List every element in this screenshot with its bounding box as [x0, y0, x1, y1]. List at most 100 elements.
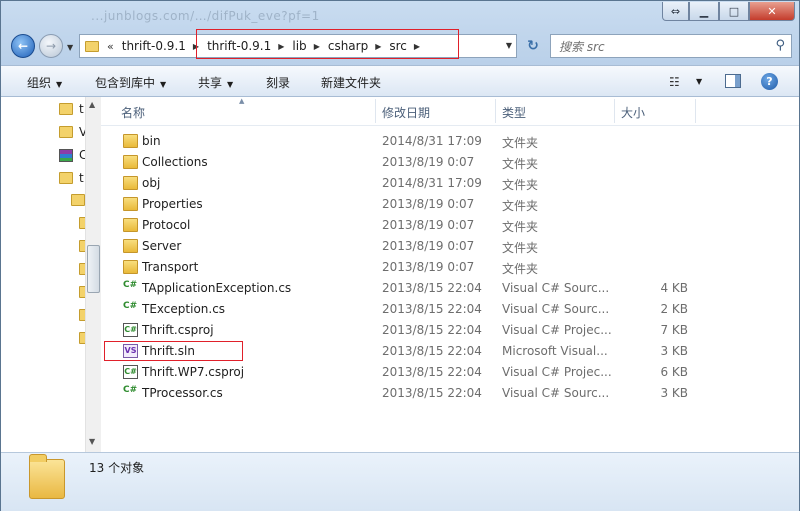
folder-icon — [123, 260, 138, 274]
file-row-thrift-wp7-csproj[interactable]: C# Thrift.WP7.csproj 2013/8/15 22:04 Vis… — [101, 362, 799, 383]
file-type: 文件夹 — [502, 262, 539, 276]
file-row-tapplicationexception[interactable]: C# TApplicationException.cs 2013/8/15 22… — [101, 278, 799, 299]
file-type: Microsoft Visual... — [502, 344, 608, 358]
search-input[interactable] — [557, 37, 761, 57]
address-bar[interactable]: « thrift-0.9.1 ▶ thrift-0.9.1 ▶ lib ▶ cs… — [79, 34, 517, 58]
breadcrumb-csharp[interactable]: csharp — [328, 39, 368, 53]
file-row-tprocessor[interactable]: C# TProcessor.cs 2013/8/15 22:04 Visual … — [101, 383, 799, 404]
ghost-title: ...junblogs.com/…/difPuk_eve?pf=1 — [91, 9, 320, 23]
file-type: 文件夹 — [502, 241, 539, 255]
file-date: 2013/8/15 22:04 — [382, 386, 482, 400]
scroll-down-arrow-icon[interactable]: ▼ — [89, 437, 95, 446]
close-icon: ✕ — [767, 4, 777, 18]
breadcrumb-thrift-root[interactable]: thrift-0.9.1 — [122, 39, 186, 53]
breadcrumb-src[interactable]: src — [389, 39, 407, 53]
file-size: 7 KB — [660, 323, 688, 337]
search-box[interactable]: ⚲ — [550, 34, 792, 58]
scrollbar-thumb[interactable] — [87, 245, 100, 293]
file-row-collections[interactable]: Collections 2013/8/19 0:07 文件夹 — [101, 152, 799, 173]
folder-icon — [123, 176, 138, 190]
breadcrumb-lib[interactable]: lib — [292, 39, 306, 53]
file-date: 2013/8/19 0:07 — [382, 155, 475, 169]
nav-item[interactable]: C — [59, 148, 87, 162]
file-row-server[interactable]: Server 2013/8/19 0:07 文件夹 — [101, 236, 799, 257]
nav-scrollbar[interactable]: ▲ ▼ — [85, 97, 101, 452]
forward-button[interactable]: → — [39, 34, 63, 58]
column-divider[interactable] — [495, 99, 496, 123]
back-button[interactable]: ← — [11, 34, 35, 58]
column-type[interactable]: 类型 — [502, 104, 526, 121]
file-row-obj[interactable]: obj 2014/8/31 17:09 文件夹 — [101, 173, 799, 194]
file-name: Transport — [142, 260, 199, 274]
close-button[interactable]: ✕ — [749, 2, 795, 21]
nav-item[interactable]: t — [59, 171, 84, 185]
file-size: 4 KB — [660, 281, 688, 295]
column-size[interactable]: 大小 — [621, 104, 645, 121]
folder-icon — [85, 40, 99, 52]
file-row-thrift-csproj[interactable]: C# Thrift.csproj 2013/8/15 22:04 Visual … — [101, 320, 799, 341]
minimize-icon: ▁ — [699, 4, 709, 18]
share-label: 共享 — [198, 76, 223, 90]
file-row-bin[interactable]: bin 2014/8/31 17:09 文件夹 — [101, 131, 799, 152]
file-row-texception[interactable]: C# TException.cs 2013/8/15 22:04 Visual … — [101, 299, 799, 320]
file-row-properties[interactable]: Properties 2013/8/19 0:07 文件夹 — [101, 194, 799, 215]
burn-button[interactable]: 刻录 — [266, 74, 290, 91]
breadcrumb-separator-icon[interactable]: ▶ — [193, 42, 199, 51]
scroll-up-arrow-icon[interactable]: ▲ — [89, 100, 95, 109]
nav-item[interactable]: t — [59, 102, 84, 116]
nav-item-label: t — [79, 102, 84, 116]
file-size: 3 KB — [660, 386, 688, 400]
sort-ascending-icon: ▲ — [239, 97, 245, 105]
recent-pages-dropdown[interactable]: ▼ — [67, 43, 73, 52]
column-divider[interactable] — [614, 99, 615, 123]
file-row-thrift-sln[interactable]: VS Thrift.sln 2013/8/15 22:04 Microsoft … — [101, 341, 799, 362]
preview-pane-icon[interactable] — [725, 74, 741, 88]
column-divider[interactable] — [695, 99, 696, 123]
breadcrumb-separator-icon[interactable]: ▶ — [278, 42, 284, 51]
refresh-button[interactable]: ↻ — [520, 34, 546, 58]
help-icon[interactable]: ? — [761, 73, 778, 90]
csharp-file-icon: C# — [123, 280, 138, 290]
nav-item-label: t — [79, 171, 84, 185]
file-size: 6 KB — [660, 365, 688, 379]
breadcrumb-separator-icon[interactable]: ▶ — [414, 42, 420, 51]
file-type: Visual C# Sourc... — [502, 302, 610, 316]
solution-file-icon: VS — [123, 344, 138, 358]
nav-item[interactable]: V — [59, 125, 87, 139]
file-row-protocol[interactable]: Protocol 2013/8/19 0:07 文件夹 — [101, 215, 799, 236]
column-date[interactable]: 修改日期 — [382, 104, 430, 121]
folder-icon — [71, 194, 85, 206]
file-type: 文件夹 — [502, 220, 539, 234]
column-divider[interactable] — [375, 99, 376, 123]
file-name: Thrift.WP7.csproj — [142, 365, 245, 379]
breadcrumb-separator-icon[interactable]: ▶ — [314, 42, 320, 51]
search-icon[interactable]: ⚲ — [775, 38, 785, 53]
refresh-icon: ↻ — [527, 38, 539, 54]
file-row-transport[interactable]: Transport 2013/8/19 0:07 文件夹 — [101, 257, 799, 278]
maximize-button[interactable]: □ — [719, 2, 749, 21]
file-date: 2013/8/15 22:04 — [382, 365, 482, 379]
navigation-pane: t V C t ▲ ▼ — [1, 97, 101, 452]
new-folder-button[interactable]: 新建文件夹 — [321, 74, 381, 91]
switch-window-button[interactable]: ⇔ — [662, 2, 689, 21]
title-bar[interactable]: ...junblogs.com/…/difPuk_eve?pf=1 ⇔ ▁ □ … — [1, 1, 799, 31]
csproj-file-icon: C# — [123, 365, 138, 379]
address-history-dropdown[interactable]: ▼ — [506, 41, 512, 50]
breadcrumb-thrift[interactable]: thrift-0.9.1 — [207, 39, 271, 53]
share-menu[interactable]: 共享 ▼ — [198, 74, 233, 91]
item-count: 13 个对象 — [89, 461, 145, 475]
file-type: Visual C# Projec... — [502, 323, 612, 337]
minimize-button[interactable]: ▁ — [689, 2, 719, 21]
nav-subfolder[interactable] — [71, 194, 85, 206]
overflow-chevron-icon[interactable]: « — [107, 40, 114, 53]
organize-menu[interactable]: 组织 ▼ — [27, 74, 62, 91]
folder-icon — [59, 126, 73, 138]
file-date: 2013/8/19 0:07 — [382, 239, 475, 253]
file-date: 2013/8/15 22:04 — [382, 281, 482, 295]
file-name: Thrift.sln — [142, 344, 195, 358]
view-options-icon[interactable]: ☷ — [669, 75, 680, 89]
breadcrumb-separator-icon[interactable]: ▶ — [375, 42, 381, 51]
include-library-menu[interactable]: 包含到库中 ▼ — [95, 74, 166, 91]
column-name[interactable]: 名称 — [121, 104, 145, 121]
view-dropdown-arrow-icon[interactable]: ▼ — [696, 77, 702, 86]
